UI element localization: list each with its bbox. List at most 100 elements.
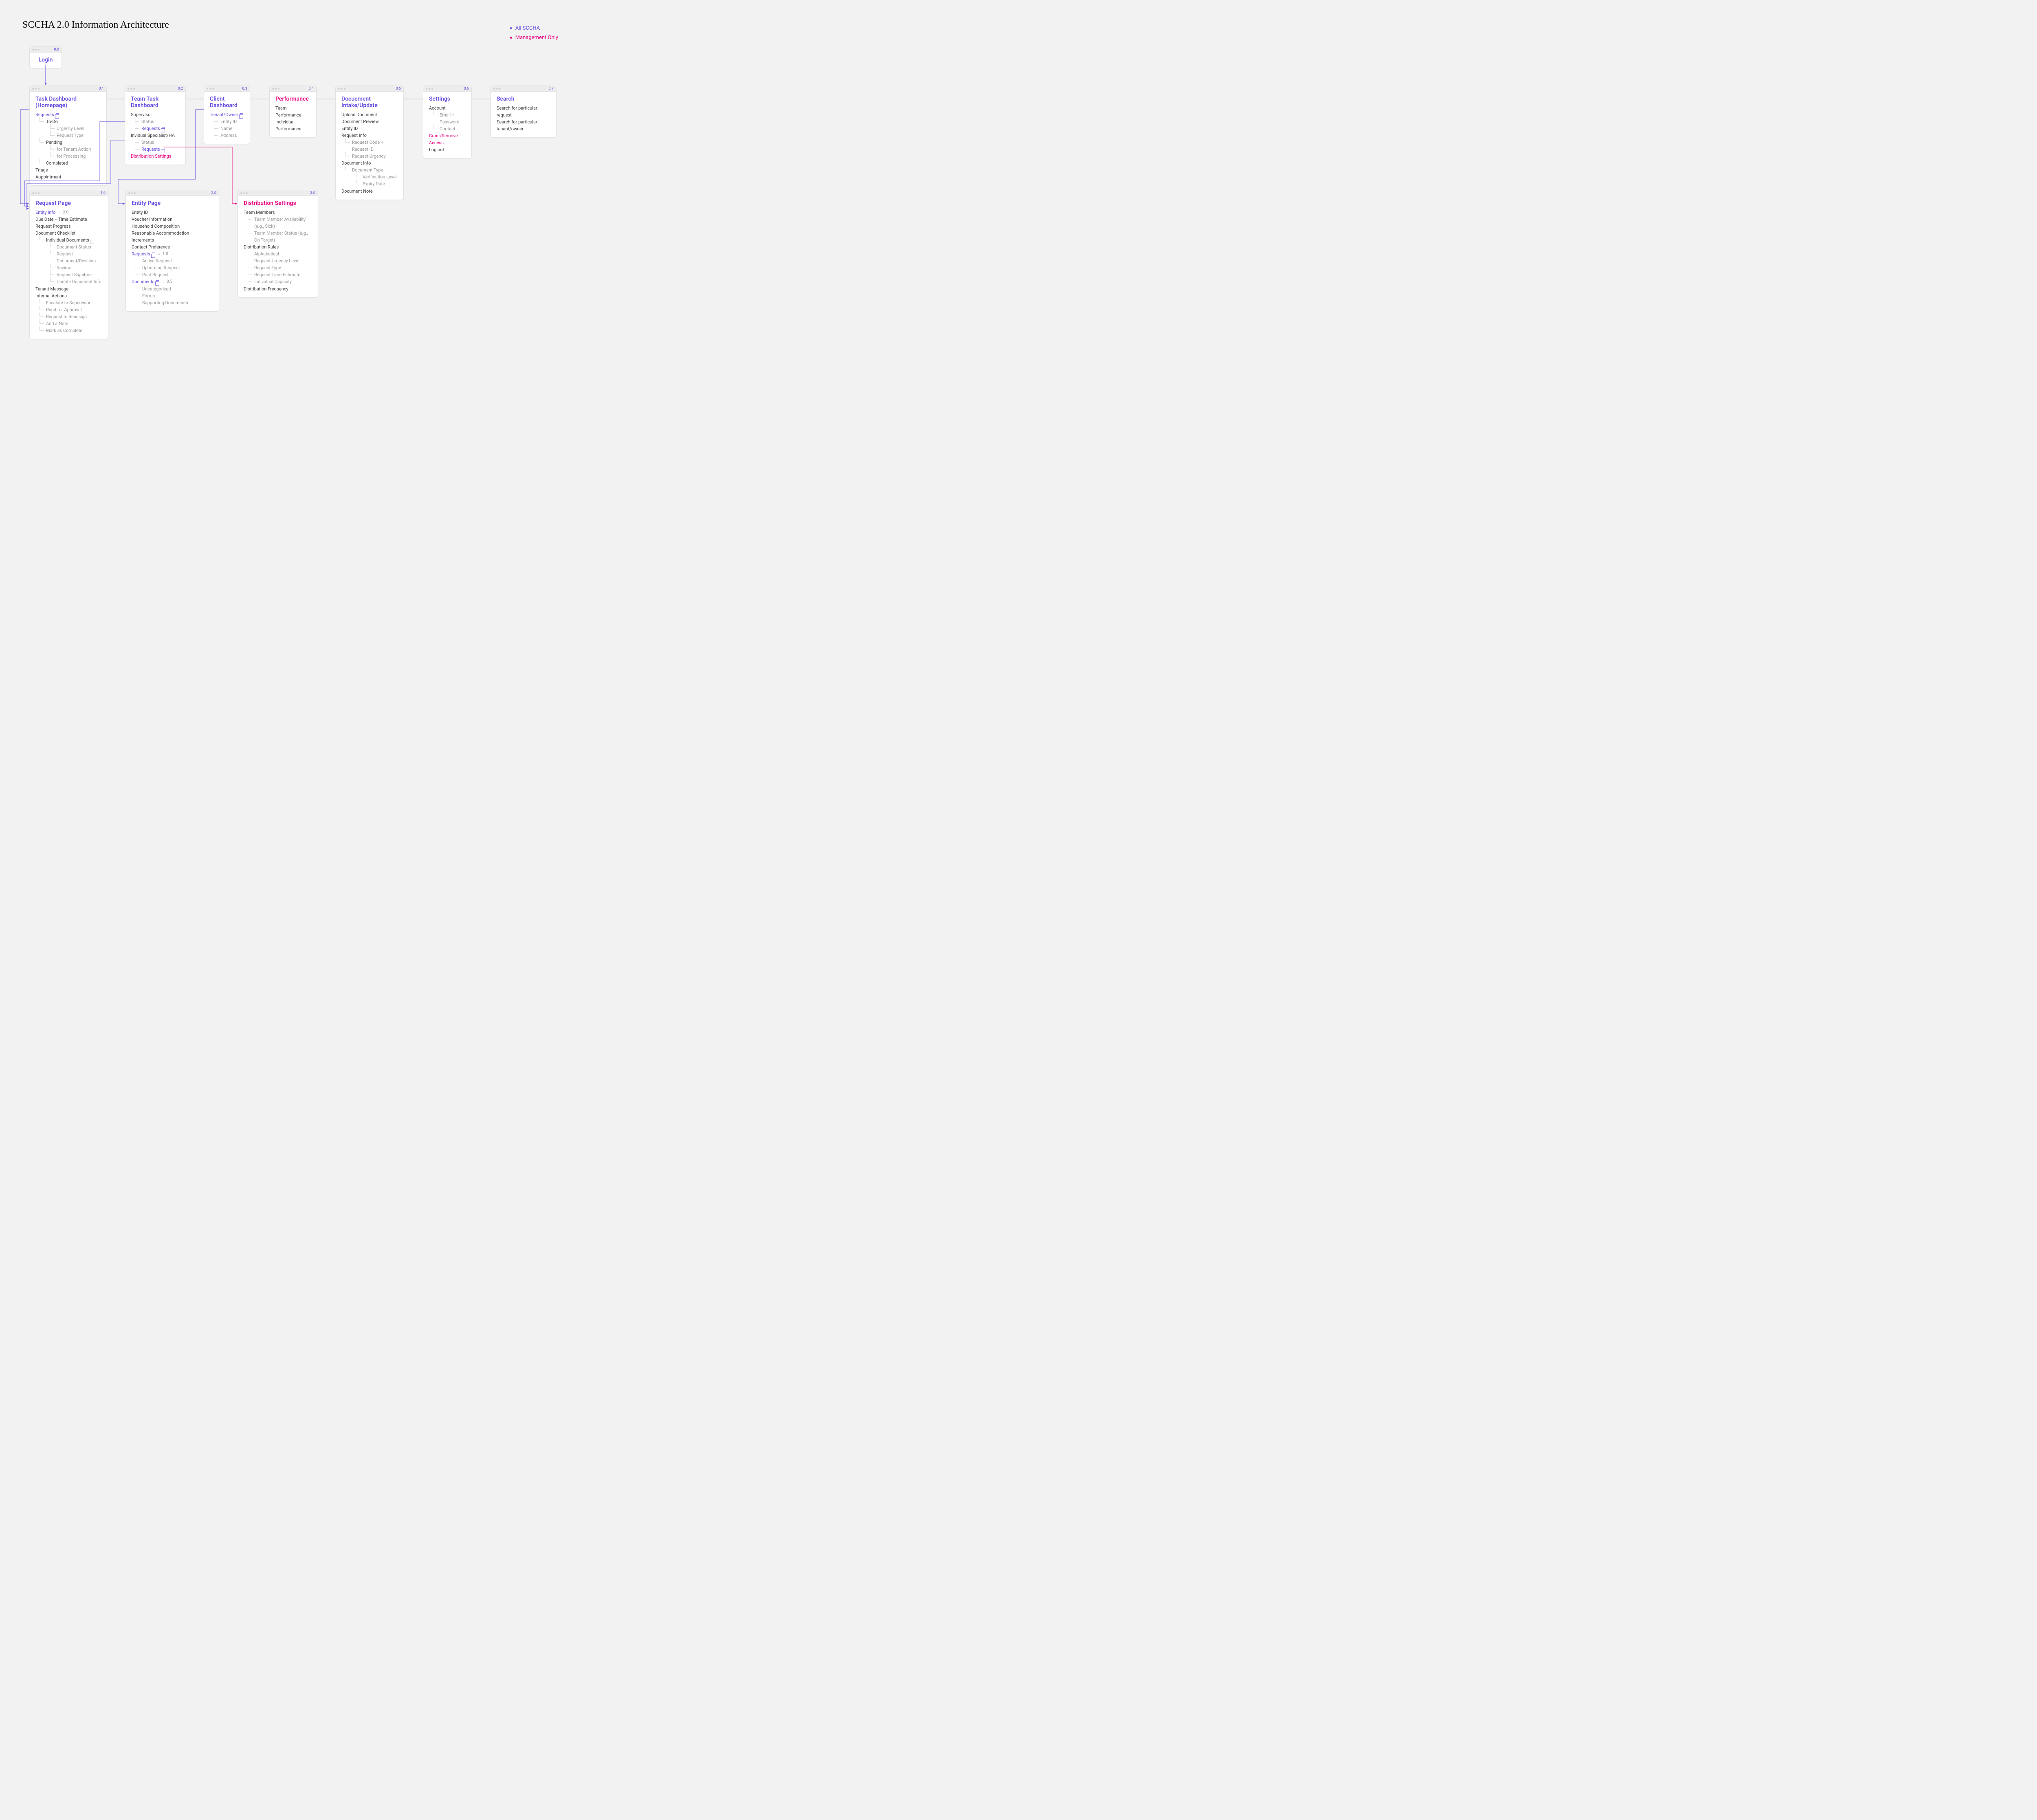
link-icon bbox=[240, 113, 243, 116]
item-documents[interactable]: Documents→0.5 bbox=[132, 278, 213, 285]
dot-icon bbox=[510, 27, 512, 29]
card-id: 0.3 bbox=[242, 86, 248, 92]
item-supporting: Supporting Documents bbox=[132, 299, 213, 306]
item-upcoming: Upcoming Request bbox=[132, 264, 213, 271]
legend-mgmt: Management Only bbox=[510, 35, 558, 41]
card-header: 0.4 bbox=[270, 86, 316, 92]
card-header: 0.7 bbox=[491, 86, 556, 92]
item-urgency: Request Urgency Level bbox=[244, 257, 312, 264]
card-id: 0.6 bbox=[464, 86, 469, 92]
card-header: 3.0 bbox=[238, 190, 318, 196]
card-title: Client Dashboard bbox=[210, 96, 244, 109]
card-request-page: 1.0 Request Page Entity Info→2.0 Due Dat… bbox=[29, 190, 108, 339]
card-title: Distribution Settings bbox=[244, 200, 312, 207]
item-logout: Log out bbox=[429, 146, 466, 153]
item-req-sig: Request Signiture bbox=[35, 271, 102, 278]
card-client-dashboard: 0.3 Client Dashboard Tenant/Owner Entity… bbox=[204, 86, 250, 144]
item-grant-access[interactable]: Grant/Remove Access bbox=[429, 132, 466, 146]
item-update-doc: Update Document Info bbox=[35, 278, 102, 285]
item-req-type: Request Type bbox=[244, 264, 312, 271]
card-id: 3.0 bbox=[310, 190, 316, 196]
diagram-canvas: SCCHA 2.0 Information Architecture All S… bbox=[0, 0, 611, 344]
card-id: 2.0 bbox=[211, 190, 217, 196]
card-header: 0.1 bbox=[30, 86, 106, 92]
item-individual-docs: Individual Documents bbox=[35, 237, 102, 244]
item-contact-pref: Contact Preference bbox=[132, 244, 213, 251]
item-entity-info[interactable]: Entity Info→2.0 bbox=[35, 209, 102, 216]
item-search-tenant: Search for particular tenant/owner bbox=[497, 119, 550, 132]
card-id: 0.0 bbox=[54, 47, 59, 53]
link-icon bbox=[156, 280, 159, 284]
card-distribution-settings: 3.0 Distribution Settings Team Members T… bbox=[238, 190, 318, 298]
item-mark-complete: Mark as Complete bbox=[35, 327, 102, 334]
item-entity-id: Entity ID bbox=[341, 125, 398, 132]
item-entity-id: Entity ID bbox=[132, 209, 213, 216]
item-escalate: Escalate to Supervisor bbox=[35, 299, 102, 306]
card-search: 0.7 Search Search for particular request… bbox=[491, 86, 557, 138]
item-requests[interactable]: Requests→1.0 bbox=[132, 251, 213, 257]
link-icon bbox=[56, 113, 59, 116]
card-id: 1.0 bbox=[101, 190, 106, 196]
card-id: 0.4 bbox=[309, 86, 314, 92]
card-performance: 0.4 Performance Team Performance Individ… bbox=[269, 86, 317, 138]
item-search-request: Search for particular request bbox=[497, 105, 550, 119]
item-capacity: Individual Capacity bbox=[244, 278, 312, 285]
legend-all-label: All SCCHA bbox=[515, 25, 540, 31]
card-title: Performance bbox=[275, 96, 310, 102]
item-internal: Internal Actions bbox=[35, 292, 102, 299]
item-preview: Document Preview bbox=[341, 118, 398, 125]
legend: All SCCHA Management Only bbox=[510, 25, 558, 44]
item-frequency: Distribution Frequency bbox=[244, 286, 312, 292]
item-checklist: Document Checklist bbox=[35, 230, 102, 237]
link-icon bbox=[91, 239, 94, 242]
item-urgency: Urgency Level bbox=[35, 125, 101, 132]
item-contact: Contact bbox=[429, 125, 466, 132]
card-id: 0.2 bbox=[178, 86, 183, 92]
item-household: Household Composition bbox=[132, 223, 213, 230]
item-requests2[interactable]: Requests bbox=[131, 146, 180, 153]
item-tenant-msg: Tenant Message bbox=[35, 286, 102, 292]
item-time-est: Request Time Estimate bbox=[244, 271, 312, 278]
legend-all: All SCCHA bbox=[510, 25, 558, 31]
card-title: Login bbox=[35, 57, 56, 63]
item-request-urgency: Request Urgency bbox=[341, 153, 398, 160]
card-id: 0.5 bbox=[396, 86, 401, 92]
item-past: Past Request bbox=[132, 271, 213, 278]
link-icon bbox=[152, 253, 155, 256]
item-request-code: Request Code + Request ID bbox=[341, 139, 398, 153]
item-team-members: Team Members bbox=[244, 209, 312, 216]
card-team-dashboard: 0.2 Team Task Dashboard Supervisor Statu… bbox=[125, 86, 186, 165]
item-rules: Distribution Rules bbox=[244, 244, 312, 251]
item-verification: Verification Level bbox=[341, 174, 398, 180]
item-req-doc: Request Document/Revision bbox=[35, 251, 102, 264]
card-title: Team Task Dashboard bbox=[131, 96, 180, 109]
item-request-type: Request Type bbox=[35, 132, 101, 139]
item-upload: Upload Document bbox=[341, 111, 398, 118]
item-forms: Forms bbox=[132, 292, 213, 299]
item-pend: Pend for Approval bbox=[35, 306, 102, 313]
item-appointment: Appointment bbox=[35, 174, 101, 180]
item-increments: Increments bbox=[132, 237, 213, 244]
card-doc-intake: 0.5 Docuement Intake/Update Upload Docum… bbox=[335, 86, 404, 200]
item-requests[interactable]: Requests bbox=[35, 111, 101, 118]
card-header: 0.2 bbox=[125, 86, 185, 92]
item-for-processing: for Processing bbox=[35, 153, 101, 160]
dot-icon bbox=[510, 37, 512, 39]
item-address: Address bbox=[210, 132, 244, 139]
item-expiry: Expiry Date bbox=[341, 180, 398, 187]
item-due-date: Due Date + Time Estimate bbox=[35, 216, 102, 223]
card-login: 0.0 Login bbox=[29, 46, 62, 68]
card-task-dashboard: 0.1 Task Dashboard (Homepage) Requests T… bbox=[29, 86, 107, 186]
item-requests[interactable]: Requests bbox=[131, 125, 180, 132]
card-title: Docuement Intake/Update bbox=[341, 96, 398, 109]
item-doc-status: Document Status bbox=[35, 244, 102, 251]
card-title: Settings bbox=[429, 96, 466, 102]
item-distribution-settings[interactable]: Distribution Settings bbox=[131, 153, 180, 160]
card-title: Task Dashboard (Homepage) bbox=[35, 96, 101, 109]
card-header: 1.0 bbox=[30, 190, 108, 196]
item-team-performance: Team Performance bbox=[275, 105, 310, 119]
card-header: 0.3 bbox=[204, 86, 250, 92]
item-review: Review bbox=[35, 264, 102, 271]
item-availability: Team Member Availability (e.g., Sick) bbox=[244, 216, 312, 230]
item-add-note: Add a Note bbox=[35, 320, 102, 327]
